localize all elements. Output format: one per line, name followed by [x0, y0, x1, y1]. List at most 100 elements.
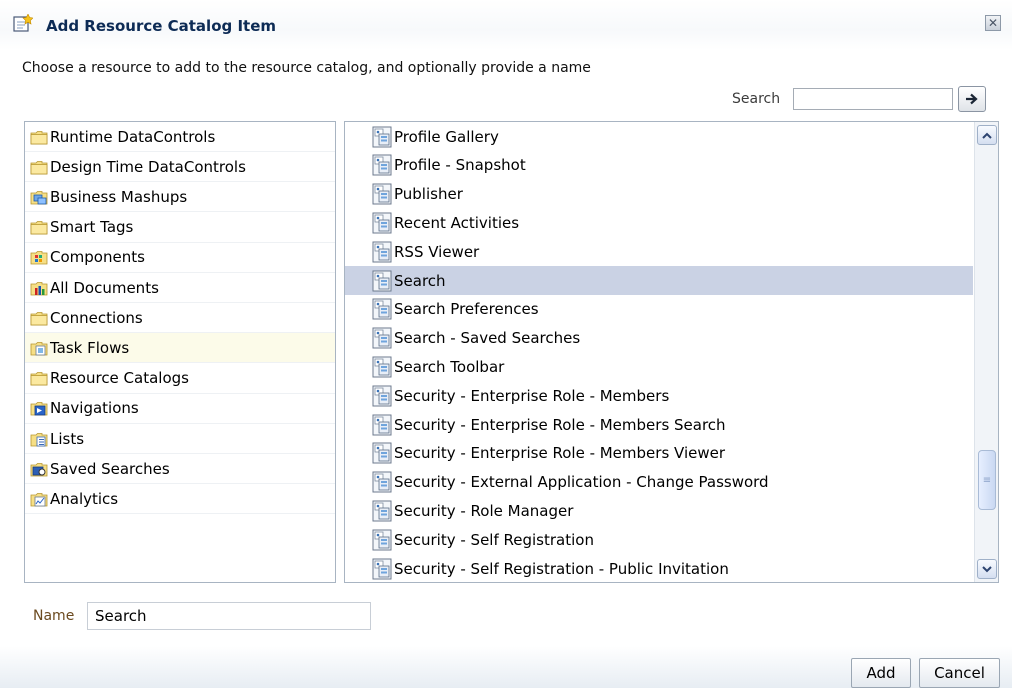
resource-item-security-role-manager[interactable]: Security - Role Manager [345, 496, 973, 525]
resource-label: Security - Self Registration - Public In… [394, 559, 729, 578]
category-label: Connections [50, 308, 143, 327]
add-item-icon [13, 14, 33, 32]
category-label: Resource Catalogs [50, 369, 189, 388]
saved-search-icon [30, 462, 48, 477]
list-icon [30, 432, 48, 446]
task-flow-icon [372, 327, 392, 349]
resource-item-publisher[interactable]: Publisher [345, 180, 973, 209]
category-item-runtime-datacontrols[interactable]: Runtime DataControls [25, 122, 335, 152]
category-item-task-flows[interactable]: Task Flows [25, 333, 335, 364]
category-label: Analytics [50, 489, 119, 508]
navigation-icon [30, 402, 48, 416]
scroll-down-button[interactable] [977, 559, 997, 579]
resource-item-security-self-registration-public-invitation[interactable]: Security - Self Registration - Public In… [345, 554, 973, 582]
task-flow-icon [372, 154, 392, 176]
resource-item-search[interactable]: Search [345, 266, 973, 295]
resource-item-recent-activities[interactable]: Recent Activities [345, 208, 973, 237]
scroll-thumb[interactable]: ≡ [978, 450, 996, 510]
task-flow-icon [372, 356, 392, 378]
category-item-components[interactable]: Components [25, 243, 335, 273]
folder-icon [30, 311, 48, 326]
resource-label: Search - Saved Searches [394, 329, 581, 348]
resource-label: Security - External Application - Change… [394, 473, 769, 492]
task-flow-icon [372, 270, 392, 291]
cancel-button[interactable]: Cancel [919, 658, 1000, 688]
vertical-scrollbar[interactable]: ≡ [974, 122, 998, 582]
arrow-right-icon [966, 93, 978, 105]
instruction-text: Choose a resource to add to the resource… [22, 60, 591, 76]
resource-item-security-enterprise-role-members[interactable]: Security - Enterprise Role - Members [345, 381, 973, 410]
resource-item-rss-viewer[interactable]: RSS Viewer [345, 237, 973, 266]
category-item-all-documents[interactable]: All Documents [25, 273, 335, 303]
category-label: Smart Tags [50, 218, 134, 237]
chevron-down-icon [982, 565, 992, 572]
task-flow-icon [372, 385, 392, 407]
category-label: Task Flows [50, 338, 130, 357]
resource-label: Search [394, 271, 446, 290]
add-button[interactable]: Add [851, 658, 911, 688]
resource-label: Search Toolbar [394, 357, 505, 376]
resource-label: Security - Role Manager [394, 501, 574, 520]
folder-icon [30, 160, 48, 175]
resource-label: Security - Enterprise Role - Members [394, 386, 670, 405]
task-flow-icon [372, 500, 392, 522]
close-icon: ✕ [987, 16, 999, 30]
resource-item-search-saved-searches[interactable]: Search - Saved Searches [345, 324, 973, 353]
category-label: All Documents [50, 278, 159, 297]
resource-item-profile-snapshot[interactable]: Profile - Snapshot [345, 151, 973, 180]
resource-label: Recent Activities [394, 213, 520, 232]
close-button[interactable]: ✕ [985, 15, 1001, 31]
category-label: Navigations [50, 399, 139, 418]
task-flow-icon [30, 341, 48, 356]
category-item-lists[interactable]: Lists [25, 424, 335, 454]
folder-icon [30, 221, 48, 235]
task-flow-icon [372, 414, 392, 435]
mashup-icon [30, 190, 48, 205]
resource-item-security-self-registration[interactable]: Security - Self Registration [345, 525, 973, 554]
category-label: Business Mashups [50, 187, 188, 206]
category-label: Runtime DataControls [50, 127, 216, 146]
resource-label: Profile - Snapshot [394, 156, 526, 175]
chevron-up-icon [982, 132, 992, 139]
name-input[interactable] [87, 602, 371, 630]
documents-icon [30, 281, 48, 295]
category-label: Saved Searches [50, 459, 170, 478]
resource-label: RSS Viewer [394, 242, 480, 261]
category-item-navigations[interactable]: Navigations [25, 394, 335, 424]
resource-item-security-enterprise-role-members-search[interactable]: Security - Enterprise Role - Members Sea… [345, 410, 973, 439]
category-label: Lists [50, 429, 85, 448]
category-label: Design Time DataControls [50, 157, 246, 176]
search-input[interactable] [793, 88, 953, 110]
task-flow-icon [372, 298, 392, 320]
category-item-smart-tags[interactable]: Smart Tags [25, 213, 335, 243]
folder-icon [30, 130, 48, 144]
dialog-titlebar: Add Resource Catalog Item ✕ [0, 0, 1012, 50]
name-label: Name [33, 608, 75, 624]
task-flow-icon [372, 529, 392, 551]
dialog-title: Add Resource Catalog Item [46, 17, 277, 35]
category-list: Runtime DataControls Design Time DataCont… [24, 121, 336, 583]
category-item-resource-catalogs[interactable]: Resource Catalogs [25, 364, 335, 394]
task-flow-icon [372, 558, 392, 579]
search-go-button[interactable] [958, 86, 986, 112]
category-item-saved-searches[interactable]: Saved Searches [25, 454, 335, 485]
resource-item-security-external-application-change-password[interactable]: Security - External Application - Change… [345, 468, 973, 497]
scroll-up-button[interactable] [977, 125, 997, 145]
resource-item-profile-gallery[interactable]: Profile Gallery [345, 122, 973, 151]
category-item-analytics[interactable]: Analytics [25, 484, 335, 515]
category-item-design-time-datacontrols[interactable]: Design Time DataControls [25, 152, 335, 183]
task-flow-icon [372, 212, 392, 234]
resource-label: Security - Enterprise Role - Members Vie… [394, 444, 726, 463]
components-icon [30, 251, 48, 265]
task-flow-icon [372, 471, 392, 493]
task-flow-icon [372, 126, 392, 147]
category-item-business-mashups[interactable]: Business Mashups [25, 182, 335, 213]
resource-item-search-toolbar[interactable]: Search Toolbar [345, 352, 973, 381]
task-flow-icon [372, 241, 392, 263]
folder-icon [30, 372, 48, 386]
task-flow-icon [372, 442, 392, 464]
resource-item-security-enterprise-role-members-viewer[interactable]: Security - Enterprise Role - Members Vie… [345, 439, 973, 468]
category-label: Components [50, 248, 145, 267]
resource-item-search-preferences[interactable]: Search Preferences [345, 295, 973, 324]
category-item-connections[interactable]: Connections [25, 303, 335, 334]
